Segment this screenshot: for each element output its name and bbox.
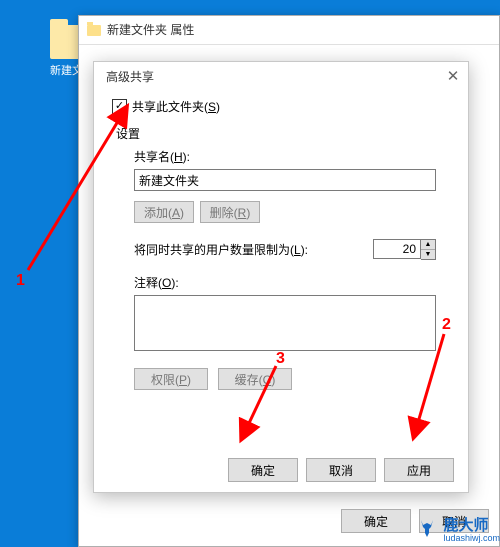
permissions-button[interactable]: 权限(P) (134, 368, 208, 390)
user-limit-spinner[interactable]: ▲ ▼ (373, 239, 436, 260)
comment-textarea[interactable] (134, 295, 436, 351)
share-name-label: 共享名(H): (134, 148, 450, 165)
watermark-logo: 鹿大师 ludashiwj.com (415, 514, 500, 543)
apply-button[interactable]: 应用 (384, 458, 454, 482)
properties-window: 新建文件夹 属性 高级共享 ✕ ✓ 共享此文件夹(S) 设置 共享名(H): (78, 15, 500, 547)
advanced-sharing-dialog: 高级共享 ✕ ✓ 共享此文件夹(S) 设置 共享名(H): (93, 61, 469, 493)
watermark-url: ludashiwj.com (443, 533, 500, 543)
properties-titlebar[interactable]: 新建文件夹 属性 (79, 16, 499, 45)
share-name-input[interactable] (134, 169, 436, 191)
add-share-button[interactable]: 添加(A) (134, 201, 194, 223)
comment-label: 注释(O): (134, 274, 450, 291)
advanced-sharing-title: 高级共享 (106, 68, 154, 85)
share-folder-checkbox-row[interactable]: ✓ 共享此文件夹(S) (112, 98, 450, 115)
settings-group-label: 设置 (116, 125, 450, 142)
ok-button[interactable]: 确定 (228, 458, 298, 482)
remove-share-button[interactable]: 删除(R) (200, 201, 260, 223)
properties-title: 新建文件夹 属性 (107, 16, 194, 44)
cancel-button[interactable]: 取消 (306, 458, 376, 482)
deer-icon (415, 517, 439, 541)
annotation-number-2: 2 (442, 316, 451, 334)
spinner-down-icon[interactable]: ▼ (421, 250, 435, 259)
spinner-up-icon[interactable]: ▲ (421, 240, 435, 250)
advanced-sharing-titlebar[interactable]: 高级共享 ✕ (94, 62, 468, 90)
share-folder-checkbox-label: 共享此文件夹(S) (132, 98, 220, 115)
close-icon[interactable]: ✕ (444, 67, 462, 85)
caching-button[interactable]: 缓存(C) (218, 368, 292, 390)
share-folder-checkbox[interactable]: ✓ (112, 99, 127, 114)
folder-icon (87, 25, 101, 36)
annotation-number-1: 1 (16, 272, 25, 290)
user-limit-input[interactable] (373, 239, 421, 259)
outer-ok-button[interactable]: 确定 (341, 509, 411, 533)
user-limit-label: 将同时共享的用户数量限制为(L): (134, 241, 308, 258)
annotation-number-3: 3 (276, 350, 285, 368)
checkmark-icon: ✓ (115, 101, 124, 112)
watermark-brand: 鹿大师 (443, 517, 488, 534)
